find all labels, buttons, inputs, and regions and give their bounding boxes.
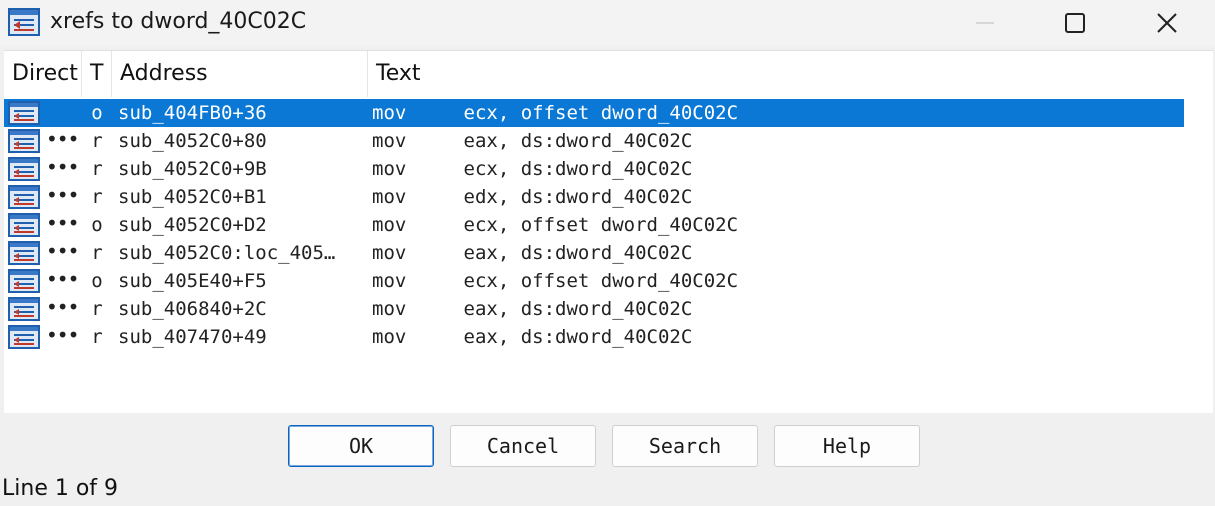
type-cell: o [91,214,103,236]
xref-icon [8,325,40,349]
text-cell: mov eax, ds:dword_40C02C [372,130,693,152]
text-cell: mov ecx, offset dword_40C02C [372,270,739,292]
maximize-icon [1065,13,1085,33]
type-cell: r [91,186,103,208]
text-cell: mov ecx, ds:dword_40C02C [372,158,693,180]
xref-icon [8,101,40,125]
xref-icon [8,213,40,237]
xref-list-icon [8,8,40,36]
direction-cell: ••• [46,155,79,179]
direction-cell: ••• [46,211,79,235]
type-cell: o [91,102,103,124]
table-row[interactable]: ••• r sub_4052C0+B1 mov edx, ds:dword_40C02… [4,183,1184,211]
direction-cell: ••• [46,183,79,207]
text-cell: mov ecx, offset dword_40C02C [372,214,739,236]
search-button[interactable]: Search [612,425,758,467]
xref-list[interactable]: Direct T Address Text o sub_404FB0+36 mov … [4,50,1213,413]
xref-icon [8,241,40,265]
direction-cell: ••• [46,323,79,347]
direction-cell: ••• [46,239,79,263]
xref-icon [8,297,40,321]
address-cell: sub_406840+2C [118,298,267,320]
address-cell: sub_407470+49 [118,326,267,348]
window-title: xrefs to dword_40C02C [50,9,307,34]
table-row[interactable]: ••• r sub_4052C0+9B mov ecx, ds:dword_40C02… [4,155,1184,183]
maximize-button[interactable] [1030,0,1120,46]
table-row[interactable]: ••• o sub_4052C0+D2 mov ecx, offset dword_4… [4,211,1184,239]
table-row[interactable]: ••• r sub_4052C0+80 mov eax, ds:dword_40C02… [4,127,1184,155]
address-cell: sub_4052C0+D2 [118,214,267,236]
xref-icon [8,269,40,293]
address-cell: sub_4052C0+B1 [118,186,267,208]
cancel-button[interactable]: Cancel [450,425,596,467]
text-cell: mov edx, ds:dword_40C02C [372,186,693,208]
address-cell: sub_405E40+F5 [118,270,267,292]
address-cell: sub_4052C0:loc_405… [118,242,336,264]
address-cell: sub_4052C0+9B [118,158,267,180]
type-cell: r [91,242,103,264]
minimize-button[interactable] [940,0,1030,46]
text-cell: mov eax, ds:dword_40C02C [372,326,693,348]
list-header: Direct T Address Text [4,51,1184,97]
column-header-address[interactable]: Address [112,51,368,97]
help-button[interactable]: Help [774,425,920,467]
xref-icon [8,185,40,209]
table-row[interactable]: ••• o sub_405E40+F5 mov ecx, offset dword_4… [4,267,1184,295]
title-bar: xrefs to dword_40C02C [0,0,1215,46]
address-cell: sub_4052C0+80 [118,130,267,152]
direction-cell: ••• [46,295,79,319]
text-cell: mov ecx, offset dword_40C02C [372,102,739,124]
table-row[interactable]: ••• r sub_407470+49 mov eax, ds:dword_40C02… [4,323,1184,351]
text-cell: mov eax, ds:dword_40C02C [372,298,693,320]
column-header-text[interactable]: Text [368,51,1184,97]
xref-icon [8,157,40,181]
type-cell: r [91,130,103,152]
table-row[interactable]: ••• r sub_4052C0:loc_405… mov eax, ds:dword… [4,239,1184,267]
direction-cell: ••• [46,267,79,291]
type-cell: o [91,270,103,292]
direction-cell: ••• [46,127,79,151]
type-cell: r [91,158,103,180]
xref-icon [8,129,40,153]
type-cell: r [91,326,103,348]
text-cell: mov eax, ds:dword_40C02C [372,242,693,264]
table-row[interactable]: ••• r sub_406840+2C mov eax, ds:dword_40C02… [4,295,1184,323]
ok-button[interactable]: OK [288,425,434,467]
address-cell: sub_404FB0+36 [118,102,267,124]
type-cell: r [91,298,103,320]
minimize-icon [976,22,994,24]
table-row[interactable]: o sub_404FB0+36 mov ecx, offset dword_40C0… [4,99,1184,127]
column-header-direction[interactable]: Direct [4,51,82,97]
close-button[interactable] [1122,0,1212,46]
column-header-type[interactable]: T [82,51,112,97]
close-icon [1157,13,1177,33]
status-line: Line 1 of 9 [2,476,119,501]
